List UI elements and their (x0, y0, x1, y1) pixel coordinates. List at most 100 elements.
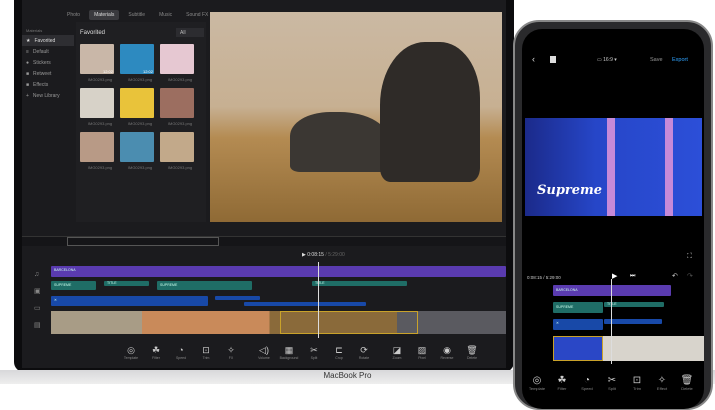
aspect-select[interactable]: ▭ 16:9 ▾ (597, 57, 617, 63)
title-clip[interactable]: SUPREME (157, 281, 252, 290)
phone-tool-effect[interactable]: ✧ Effect (650, 375, 674, 391)
sidebar-heading: Materials (26, 28, 43, 33)
sticker-clip[interactable] (215, 296, 260, 300)
tool-split[interactable]: ✂ Split (303, 345, 325, 360)
phone-toolbar: ◎ Template ☘ Filter ◔ Speed ✂ Split ⊡ Trim ✧ Effect… (525, 375, 699, 391)
phone-title-clip[interactable]: TITLE (604, 302, 664, 307)
sticker-track-icon: ▭ (34, 305, 41, 312)
template-icon: ◎ (127, 345, 135, 355)
template-icon[interactable] (550, 56, 556, 63)
tab-music[interactable]: Music (154, 10, 177, 20)
phone-tool-filter[interactable]: ☘ Filter (550, 375, 574, 391)
tab-materials[interactable]: Materials (89, 10, 120, 20)
title-clip[interactable]: TITLE (104, 281, 149, 286)
phone-play-button[interactable]: ▶ (612, 272, 617, 280)
media-item[interactable]: IMG0293.png (80, 88, 120, 126)
phone-sticker-clip[interactable] (604, 319, 662, 324)
overview-window[interactable] (67, 237, 219, 246)
phone-frame: ‹ ▭ 16:9 ▾ Save Export Supreme ⛶ 0:08:15… (513, 20, 713, 410)
selected-clip[interactable] (280, 311, 418, 334)
filter-select[interactable]: All (176, 28, 204, 37)
tool-trim[interactable]: ⊡ Trim (195, 345, 217, 360)
media-item[interactable]: 12:02 IMG0293.png (120, 44, 160, 82)
phone-playhead[interactable] (611, 279, 612, 364)
media-filename: IMG0293.png (127, 121, 153, 126)
phone-music-clip[interactable]: BARCELONA (553, 285, 671, 296)
fullscreen-button[interactable]: ⛶ (687, 253, 692, 261)
tab-photo[interactable]: Photo (62, 10, 85, 20)
redo-button[interactable]: ↷ (687, 272, 693, 280)
media-item[interactable]: IMG0293.png (160, 88, 200, 126)
save-button[interactable]: Save (650, 57, 663, 63)
tool-filter[interactable]: ☘ Filter (145, 345, 167, 360)
media-item[interactable]: IMG0293.png (120, 132, 160, 170)
media-item[interactable]: IMG0293.png (120, 88, 160, 126)
sidebar-item-stickers[interactable]: ● Stickers (22, 57, 74, 68)
media-filename: IMG0293.png (127, 77, 153, 82)
tab-sound-fx[interactable]: Sound FX (181, 10, 213, 20)
sidebar-item-default[interactable]: ≡ Default (22, 46, 74, 57)
tool-background[interactable]: ▦ Background (278, 345, 300, 360)
phone-title-clip[interactable]: SUPREME (553, 302, 603, 313)
phone-tool-speed[interactable]: ◔ Speed (575, 375, 599, 391)
phone-tool-trim[interactable]: ⊡ Trim (625, 375, 649, 391)
playhead[interactable] (318, 262, 319, 338)
selected-clip[interactable] (553, 336, 603, 361)
media-thumbnail (160, 88, 194, 118)
tool-crop[interactable]: ⊏ Crop (328, 345, 350, 360)
tool-volume[interactable]: ◁) Volume (253, 345, 275, 360)
next-frame-button[interactable]: ⏭ (630, 273, 635, 280)
sticker-clip[interactable]: ✕ (51, 296, 208, 306)
tool-speed[interactable]: ◔ Speed (170, 345, 192, 360)
volume-icon: ◁) (259, 345, 269, 355)
media-duration: 12:02 (142, 69, 153, 74)
timeline-overview[interactable] (22, 236, 506, 246)
phone-video-strip[interactable] (553, 336, 704, 361)
tab-subtitle[interactable]: Subtitle (123, 10, 150, 20)
export-button[interactable]: Export (672, 57, 688, 63)
rotate-icon: ⟳ (360, 345, 368, 355)
media-grid: 12:02 IMG0293.png 12:02 IMG0293.png IMG0293.… (80, 44, 200, 170)
media-filename: IMG0293.png (167, 165, 193, 170)
phone-tool-delete[interactable]: 🗑 Delete (675, 375, 699, 391)
media-item[interactable]: 12:02 IMG0293.png (80, 44, 120, 82)
reverse-icon: ◉ (443, 345, 451, 355)
sticker-clip[interactable] (244, 302, 366, 306)
media-filename: IMG0293.png (87, 165, 113, 170)
top-tabs: Photo Materials Subtitle Music Sound FX (62, 10, 213, 20)
tool-delete[interactable]: 🗑 Delete (461, 345, 483, 360)
tool-pixel[interactable]: ▨ Pixel (411, 345, 433, 360)
video-clip-strip[interactable] (51, 311, 506, 334)
new-library-button[interactable]: + New Library (22, 90, 74, 101)
filter-icon: ☘ (557, 375, 567, 386)
media-item[interactable]: IMG0293.png (160, 44, 200, 82)
phone-sticker-clip[interactable]: ✕ (553, 319, 603, 330)
tool-reverse[interactable]: ◉ Reverse (436, 345, 458, 360)
tool-fx[interactable]: ✧ FX (220, 345, 242, 360)
title-clip[interactable]: SUPREME (51, 281, 96, 290)
tool-rotate[interactable]: ⟳ Rotate (353, 345, 375, 360)
crop-icon: ⊏ (335, 345, 343, 355)
back-button[interactable]: ‹ (532, 54, 535, 64)
tool-zoom[interactable]: ◪ Zoom (386, 345, 408, 360)
plus-icon: + (26, 92, 29, 99)
music-clip[interactable]: BARCELONA (51, 266, 506, 277)
sidebar-item-retweet[interactable]: ■ Retweet (22, 68, 74, 79)
sidebar-item-effects[interactable]: ■ Effects (22, 79, 74, 90)
media-item[interactable]: IMG0293.png (160, 132, 200, 170)
overlay-text: Supreme (537, 183, 603, 198)
phone-tool-template[interactable]: ◎ Template (525, 375, 549, 391)
fx-icon: ✧ (227, 345, 235, 355)
trim-icon: ⊡ (202, 345, 210, 355)
text-track-icon: ▣ (34, 288, 41, 295)
sidebar-item-favorited[interactable]: ★ Favorited (22, 35, 74, 46)
tool-template[interactable]: ◎ Template (120, 345, 142, 360)
undo-button[interactable]: ↶ (672, 272, 678, 280)
laptop-frame: Photo Materials Subtitle Music Sound FX … (14, 0, 514, 372)
play-button[interactable]: ▶ (302, 252, 306, 258)
playback-controls: ▶ 0:08:15 / 5:29:00 (302, 252, 345, 258)
media-item[interactable]: IMG0293.png (80, 132, 120, 170)
phone-tool-split[interactable]: ✂ Split (600, 375, 624, 391)
elephant-adult (380, 42, 480, 182)
title-clip[interactable]: TITLE (312, 281, 407, 286)
